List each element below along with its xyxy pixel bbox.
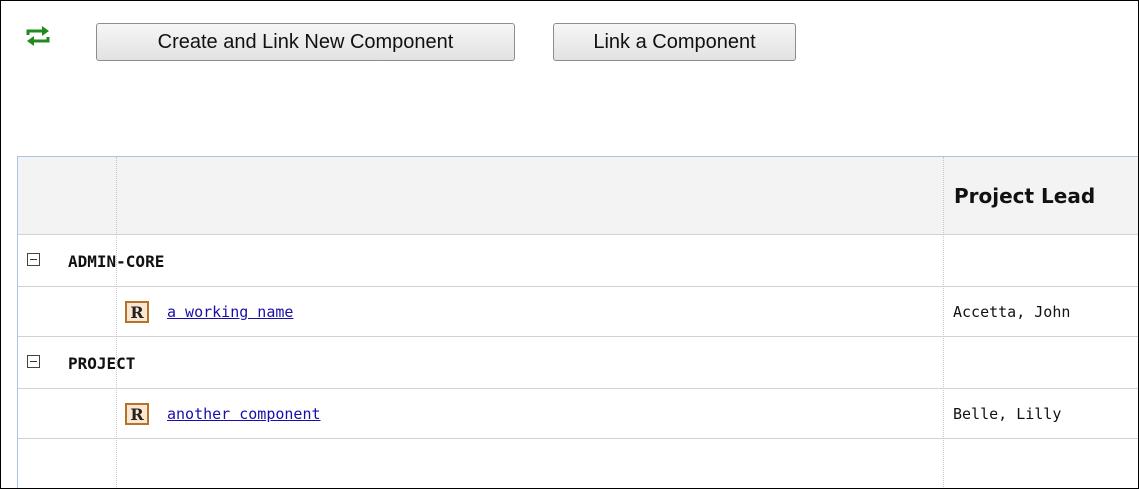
collapse-toggle-icon[interactable]: [27, 253, 40, 266]
column-header-project-lead: Project Lead: [954, 184, 1096, 208]
group-row: ADMIN-CORE: [18, 235, 1138, 287]
component-type-badge: R: [125, 301, 149, 323]
table-row: R another component Belle, Lilly: [18, 389, 1138, 439]
toolbar: Create and Link New Component Link a Com…: [1, 1, 1138, 81]
project-lead-cell: Accetta, John: [953, 303, 1071, 321]
table-row: R a working name Accetta, John: [18, 287, 1138, 337]
group-row: PROJECT: [18, 337, 1138, 389]
create-and-link-button[interactable]: Create and Link New Component: [96, 23, 515, 61]
link-component-button[interactable]: Link a Component: [553, 23, 796, 61]
collapse-toggle-icon[interactable]: [27, 355, 40, 368]
table-header: Project Lead: [18, 157, 1138, 235]
component-type-badge: R: [125, 403, 149, 425]
sync-arrows-icon[interactable]: [25, 26, 51, 46]
column-divider: [943, 157, 944, 488]
components-table: Project Lead ADMIN-CORE R a working name…: [17, 156, 1138, 488]
component-link[interactable]: another component: [167, 389, 321, 439]
column-divider: [116, 157, 117, 488]
component-link[interactable]: a working name: [167, 287, 293, 337]
component-panel: Create and Link New Component Link a Com…: [0, 0, 1139, 489]
group-name: PROJECT: [68, 353, 136, 373]
project-lead-cell: Belle, Lilly: [953, 405, 1062, 423]
empty-row: [18, 439, 1138, 488]
